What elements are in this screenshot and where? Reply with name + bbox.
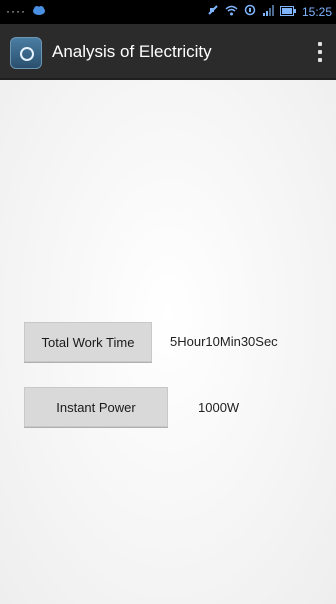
mute-icon (207, 4, 219, 19)
app-title: Analysis of Electricity (52, 42, 212, 61)
status-time: 15:25 (301, 4, 332, 19)
total-work-time-button[interactable]: Total Work Time (24, 322, 152, 362)
signal-icon (262, 4, 274, 19)
main-content: Total Work Time 5Hour10Min30Sec Instant … (0, 80, 336, 604)
overflow-menu-icon[interactable] (316, 42, 324, 62)
action-bar: Analysis of Electricity (0, 24, 336, 80)
notification-dots: ···· (6, 4, 26, 18)
instant-power-value: 1000W (198, 400, 240, 415)
status-left: ···· (6, 4, 46, 18)
total-work-time-value: 5Hour10Min30Sec (170, 334, 278, 349)
status-bar: ···· 15:25 (0, 0, 336, 24)
instant-power-button[interactable]: Instant Power (24, 387, 168, 427)
wifi-icon (225, 5, 238, 19)
cloud-icon (32, 4, 46, 18)
status-right: 15:25 (207, 4, 332, 19)
battery-icon (279, 5, 296, 19)
sync-icon (244, 4, 256, 19)
app-icon[interactable] (10, 37, 42, 69)
